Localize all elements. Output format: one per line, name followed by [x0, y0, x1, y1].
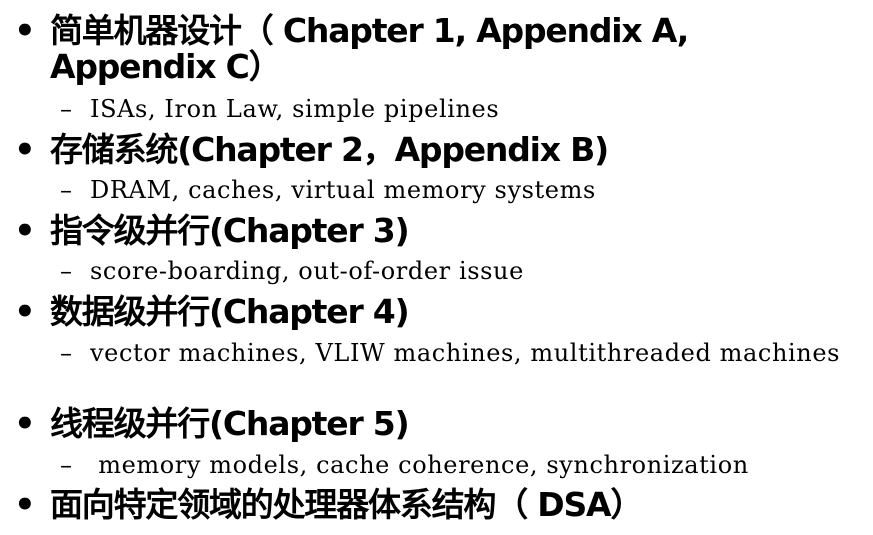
sub-dash: –: [60, 176, 72, 204]
bullet-item-3: • 指令级并行(Chapter 3): [14, 211, 864, 251]
bullet-dot: •: [14, 292, 36, 332]
sub-item-1: – ISAs, Iron Law, simple pipelines: [60, 94, 860, 124]
sub-item-3: – score-boarding, out-of-order issue: [60, 256, 860, 286]
sub-text: memory models, cache coherence, synchron…: [90, 451, 749, 479]
bullet-item-2: • 存储系统(Chapter 2，Appendix B): [14, 130, 864, 170]
sub-dash: –: [60, 95, 72, 123]
bullet-text: 面向特定领域的处理器体系结构（ DSA）: [50, 485, 643, 524]
bullet-item-4: • 数据级并行(Chapter 4): [14, 292, 864, 332]
sub-item-5: – memory models, cache coherence, synchr…: [60, 450, 860, 480]
bullet-text: 线程级并行(Chapter 5): [50, 404, 410, 443]
sub-item-2: – DRAM, caches, virtual memory systems: [60, 175, 860, 205]
bullet-text: 存储系统(Chapter 2，Appendix B): [50, 130, 609, 169]
bullet-item-5: • 线程级并行(Chapter 5): [14, 404, 864, 444]
bullet-dot: •: [14, 404, 36, 444]
bullet-dot: •: [14, 130, 36, 170]
slide: • 简单机器设计（ Chapter 1, Appendix A, Appendi…: [0, 0, 873, 535]
bullet-text: 数据级并行(Chapter 4): [50, 292, 410, 331]
sub-text: DRAM, caches, virtual memory systems: [90, 176, 596, 204]
sub-dash: –: [60, 257, 72, 285]
sub-dash: –: [60, 339, 72, 367]
bullet-text: 指令级并行(Chapter 3): [50, 211, 410, 250]
bullet-item-6: • 面向特定领域的处理器体系结构（ DSA）: [14, 485, 864, 525]
bullet-dot: •: [14, 11, 36, 51]
sub-text: vector machines, VLIW machines, multithr…: [90, 339, 841, 367]
bullet-dot: •: [14, 485, 36, 525]
bullet-item-1: • 简单机器设计（ Chapter 1, Appendix A, Appendi…: [14, 13, 864, 85]
sub-text: score-boarding, out-of-order issue: [90, 257, 524, 285]
bullet-text: 简单机器设计（ Chapter 1, Appendix A, Appendix …: [50, 11, 689, 86]
bullet-dot: •: [14, 211, 36, 251]
sub-text: ISAs, Iron Law, simple pipelines: [90, 95, 500, 123]
sub-item-4: – vector machines, VLIW machines, multit…: [60, 338, 860, 368]
sub-dash: –: [60, 451, 72, 479]
